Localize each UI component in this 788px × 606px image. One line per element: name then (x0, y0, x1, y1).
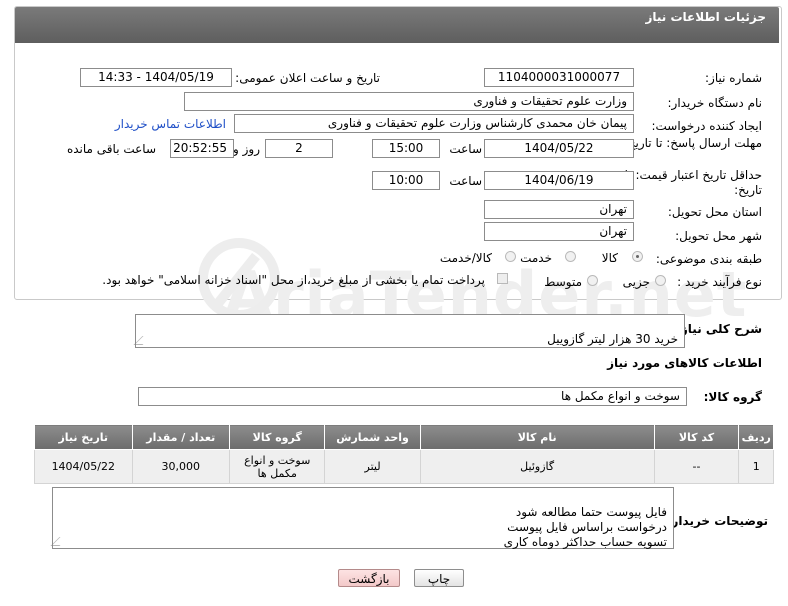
remaining-time-label: ساعت باقی مانده (66, 142, 156, 156)
cell-date: 1404/05/22 (34, 449, 133, 484)
category-option-goods: کالا (601, 251, 618, 265)
cell-row: 1 (738, 449, 774, 484)
delivery-city-label: شهر محل تحویل: (675, 229, 762, 243)
buyer-notes-textarea[interactable]: فایل پیوست حتما مطالعه شود درخواست براسا… (50, 487, 674, 549)
description-label: شرح کلی نیاز: (676, 322, 762, 336)
price-validity-label: حداقل تاریخ اعتبار قیمت: تا تاریخ: (624, 168, 762, 197)
table-row: 1 -- گازوئیل لیتر سوخت و انواع مکمل ها 3… (34, 449, 774, 484)
buyer-org-field: وزارت علوم تحقیقات و فناوری (184, 92, 634, 111)
price-validity-date-field: 1404/06/19 (484, 171, 634, 190)
reply-deadline-label: مهلت ارسال پاسخ: تا تاریخ: (623, 136, 762, 150)
category-radio-goods[interactable] (632, 251, 643, 262)
announce-datetime-field: 1404/05/19 - 14:33 (80, 68, 232, 87)
treasury-payment-note: پرداخت تمام یا بخشی از مبلغ خرید،از محل … (102, 273, 485, 287)
delivery-province-label: استان محل تحویل: (667, 205, 762, 219)
buyer-notes-label: توضیحات خریدار: (666, 514, 768, 528)
requester-label: ایجاد کننده درخواست: (651, 119, 762, 133)
reply-time-field: 15:00 (372, 139, 440, 158)
col-quantity-header: تعداد / مقدار (131, 424, 231, 450)
need-number-field: 1104000031000077 (484, 68, 634, 87)
reply-days-field: 2 (265, 139, 333, 158)
col-date-header: تاریخ نیاز (34, 424, 133, 450)
back-button[interactable]: بازگشت (338, 569, 400, 587)
col-row-header: ردیف (738, 424, 774, 450)
delivery-province-field: تهران (484, 200, 634, 219)
price-validity-time-label: ساعت (449, 174, 482, 188)
category-label: طبقه بندی موضوعی: (655, 252, 762, 266)
col-name-header: نام کالا (419, 424, 655, 450)
buyer-contact-link[interactable]: اطلاعات تماس خریدار (115, 117, 226, 131)
goods-group-label: گروه کالا: (703, 390, 762, 404)
resize-grip-icon[interactable] (133, 336, 152, 345)
process-option-medium: متوسط (544, 275, 582, 289)
need-number-label: شماره نیاز: (705, 71, 762, 85)
treasury-payment-checkbox[interactable] (497, 273, 508, 284)
col-group-header: گروه کالا (229, 424, 326, 450)
description-text: خرید 30 هزار لیتر گازوییل (547, 332, 678, 346)
delivery-city-field: تهران (484, 222, 634, 241)
description-textarea[interactable]: خرید 30 هزار لیتر گازوییل (133, 314, 685, 348)
table-header-row: ردیف کد کالا نام کالا واحد شمارش گروه کا… (34, 424, 774, 450)
goods-table: ردیف کد کالا نام کالا واحد شمارش گروه کا… (34, 424, 774, 484)
cell-code: -- (653, 449, 740, 484)
category-radio-service[interactable] (565, 251, 576, 262)
announce-datetime-label: تاریخ و ساعت اعلان عمومی: (235, 71, 380, 85)
category-option-goods-service: کالا/خدمت (439, 251, 492, 265)
reply-time-label: ساعت (449, 142, 482, 156)
reply-days-label: روز و (233, 142, 260, 156)
col-code-header: کد کالا (653, 424, 740, 450)
cell-name: گازوئیل (419, 449, 655, 484)
cell-unit: لیتر (324, 449, 421, 484)
reply-date-field: 1404/05/22 (484, 139, 634, 158)
resize-grip-icon[interactable] (50, 537, 69, 546)
category-option-service: خدمت (520, 251, 552, 265)
price-validity-time-field: 10:00 (372, 171, 440, 190)
cell-group: سوخت و انواع مکمل ها (229, 449, 326, 484)
buyer-org-label: نام دستگاه خریدار: (667, 96, 763, 110)
print-button[interactable]: چاپ (414, 569, 464, 587)
page-title: جزئیات اطلاعات نیاز (645, 10, 766, 24)
remaining-time-field: 20:52:55 (170, 139, 234, 158)
process-option-minor: جزیی (622, 275, 650, 289)
process-radio-minor[interactable] (655, 275, 666, 286)
buyer-notes-text: فایل پیوست حتما مطالعه شود درخواست براسا… (503, 505, 667, 549)
cell-quantity: 30,000 (131, 449, 231, 484)
process-radio-medium[interactable] (587, 275, 598, 286)
goods-group-field: سوخت و انواع مکمل ها (138, 387, 687, 406)
process-type-label: نوع فرآیند خرید : (677, 275, 762, 289)
requester-field: پیمان خان محمدی کارشناس وزارت علوم تحقیق… (234, 114, 634, 133)
category-radio-goods-service[interactable] (505, 251, 516, 262)
goods-section-title: اطلاعات کالاهای مورد نیاز (607, 356, 762, 370)
col-unit-header: واحد شمارش (324, 424, 421, 450)
